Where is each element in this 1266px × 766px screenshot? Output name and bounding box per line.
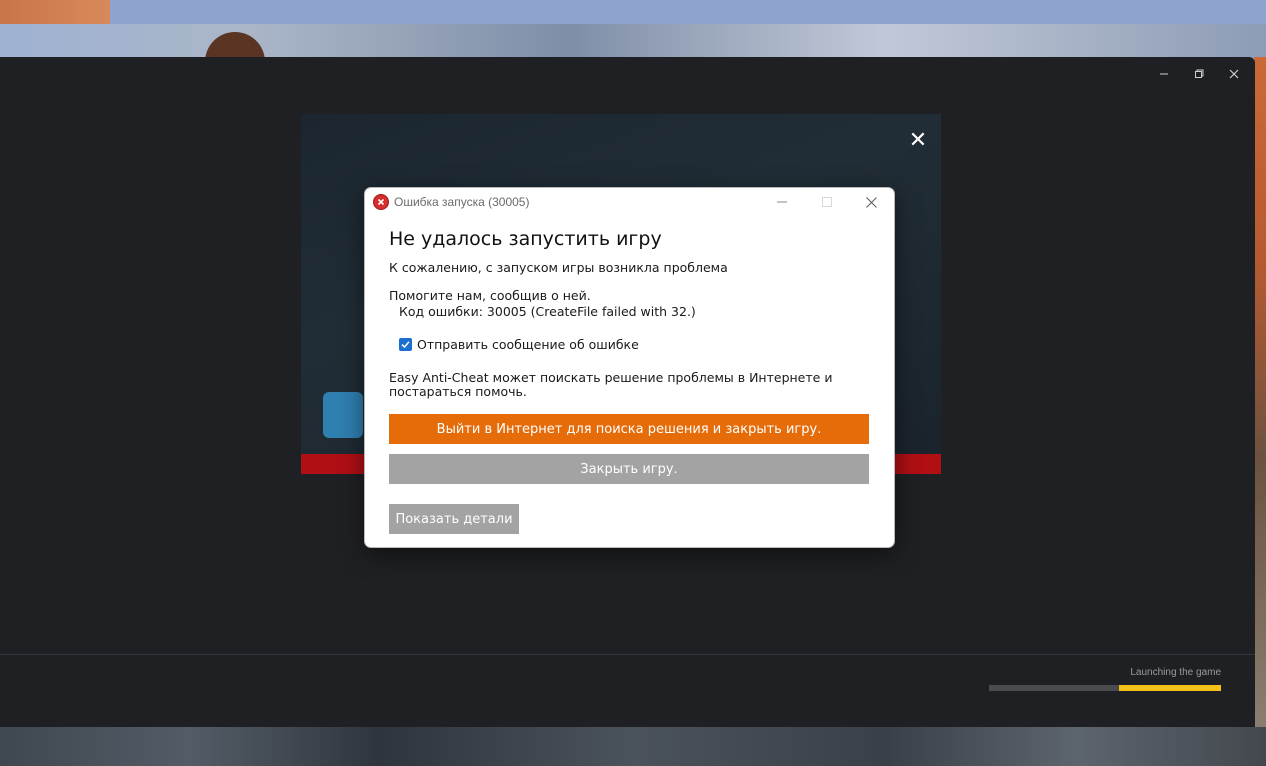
dialog-minimize-button[interactable]: [759, 188, 804, 216]
close-icon: [866, 196, 877, 208]
launch-progress-fill: [1118, 685, 1221, 691]
eac-help-text: Easy Anti-Cheat может поискать решение п…: [389, 370, 833, 399]
dialog-heading: Не удалось запустить игру: [389, 228, 662, 250]
dialog-title: Ошибка запуска (30005): [394, 195, 530, 209]
maximize-button[interactable]: [1181, 63, 1216, 85]
launch-progress-bar: [989, 685, 1221, 691]
dialog-titlebar: Ошибка запуска (30005): [365, 188, 894, 218]
minimize-icon: [1159, 73, 1168, 75]
background-scene-top-left: [0, 0, 120, 24]
dialog-close-button[interactable]: [849, 188, 894, 216]
search-online-close-button[interactable]: Выйти в Интернет для поиска решения и за…: [389, 414, 869, 444]
dialog-help-text: Помогите нам, сообщив о ней.: [389, 288, 591, 303]
minimize-icon: [776, 201, 787, 203]
send-report-label: Отправить сообщение об ошибке: [417, 337, 639, 352]
dialog-maximize-button: [804, 188, 849, 216]
close-game-button[interactable]: Закрыть игру.: [389, 454, 869, 484]
error-icon: [373, 194, 389, 210]
game-modal-close-icon[interactable]: ✕: [904, 126, 932, 154]
launcher-footer-divider: [0, 654, 1255, 655]
minimize-button[interactable]: [1146, 63, 1181, 85]
background-scene-right-edge: [1254, 57, 1266, 727]
background-scene-sky: [110, 0, 1266, 24]
background-scene-cars: [0, 727, 1266, 766]
maximize-icon: [821, 197, 832, 207]
close-button[interactable]: [1216, 63, 1251, 85]
launcher-window-controls: [1146, 63, 1251, 85]
checkmark-icon: [401, 341, 410, 349]
launch-status-text: Launching the game: [1130, 667, 1221, 678]
dialog-subtitle: К сожалению, с запуском игры возникла пр…: [389, 260, 728, 275]
show-details-button[interactable]: Показать детали: [389, 504, 519, 534]
send-report-checkbox[interactable]: [399, 338, 412, 351]
background-scene-roof: [0, 24, 1266, 57]
error-dialog: Ошибка запуска (30005) Не удалось запуст…: [364, 187, 895, 548]
error-code-text: Код ошибки: 30005 (CreateFile failed wit…: [399, 304, 696, 319]
restore-icon: [1194, 69, 1203, 78]
game-avatar-icon: [323, 392, 363, 438]
send-report-checkbox-row[interactable]: Отправить сообщение об ошибке: [399, 337, 639, 352]
close-icon: [1229, 69, 1238, 79]
dialog-window-controls: [759, 188, 894, 216]
